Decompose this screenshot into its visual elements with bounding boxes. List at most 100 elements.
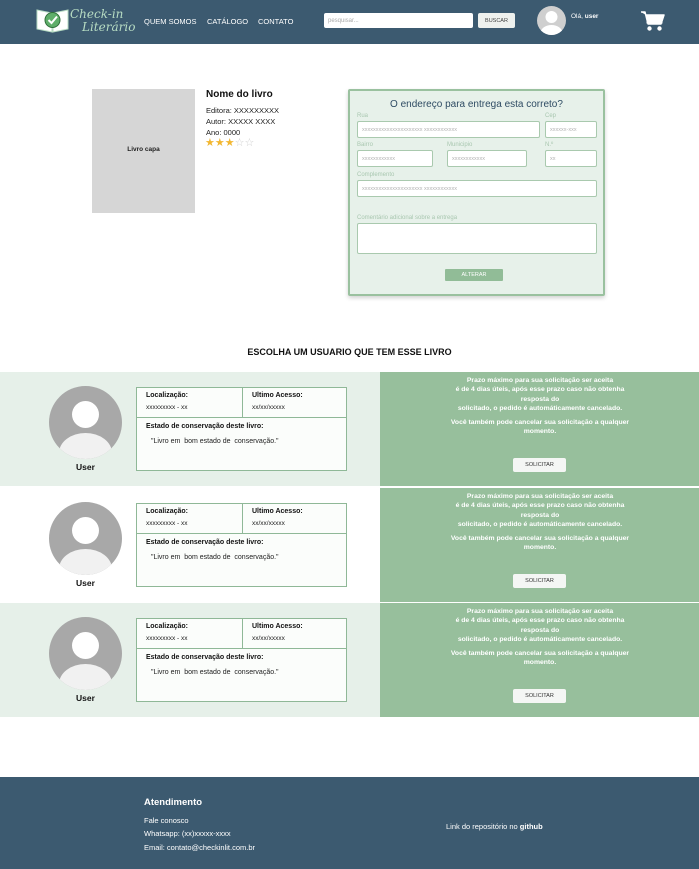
user-avatar-icon bbox=[49, 502, 122, 575]
bairro-field[interactable] bbox=[357, 150, 433, 167]
user-avatar-icon bbox=[540, 11, 563, 35]
notice-line: é de 4 dias úteis, após esse prazo caso … bbox=[455, 502, 625, 510]
nav-quem-somos[interactable]: QUEM SOMOS bbox=[144, 17, 197, 26]
book-year: Ano: 0000 bbox=[206, 128, 241, 137]
solicitar-button[interactable]: SOLICITAR bbox=[513, 458, 566, 472]
nav-catalogo[interactable]: CATÁLOGO bbox=[207, 17, 248, 26]
rua-label: Rua bbox=[357, 113, 369, 119]
location-value: xxxxxxxxx - xx bbox=[146, 520, 188, 527]
location-cell: Localização: xxxxxxxxx - xx bbox=[137, 619, 243, 649]
book-rating-stars: ★★★☆☆ bbox=[205, 138, 254, 149]
book-check-logo-icon bbox=[36, 9, 69, 33]
notice-line: Prazo máximo para sua solicitação ser ac… bbox=[466, 608, 614, 615]
user-row: User Localização: xxxxxxxxx - xx Ultimo … bbox=[0, 603, 699, 717]
repo-prefix: Link do repositório no bbox=[446, 822, 520, 831]
user-greeting: Olá, user bbox=[571, 13, 598, 20]
user-avatar[interactable] bbox=[537, 6, 566, 35]
numero-label: N.º bbox=[545, 142, 554, 148]
location-cell: Localização: xxxxxxxxx - xx bbox=[137, 504, 243, 534]
cep-label: Cep bbox=[545, 113, 557, 119]
book-cover-image: Livro capa bbox=[92, 89, 195, 213]
user-avatar-icon bbox=[49, 617, 122, 690]
bairro-label: Bairro bbox=[357, 142, 374, 148]
book-author: Autor: XXXXX XXXX bbox=[206, 117, 276, 126]
last-access-label: Ultimo Acesso: bbox=[252, 392, 303, 399]
notice-line: resposta do bbox=[520, 395, 560, 403]
notice-line: Você também pode cancelar sua solicitaçã… bbox=[450, 535, 630, 543]
footer-title: Atendimento bbox=[144, 797, 203, 808]
star-filled-icon: ★ bbox=[214, 137, 225, 149]
footer-email: Email: contato@checkinlit.com.br bbox=[144, 843, 255, 852]
condition-value: "Livro em bom estado de conservação." bbox=[151, 669, 279, 676]
request-panel: Prazo máximo para sua solicitação ser ac… bbox=[380, 488, 699, 602]
search-button[interactable]: BUSCAR bbox=[478, 13, 515, 28]
alterar-button[interactable]: ALTERAR bbox=[445, 269, 503, 281]
request-notice: Prazo máximo para sua solicitação ser ac… bbox=[420, 376, 660, 437]
notice-line: momento. bbox=[523, 659, 557, 667]
comentario-textarea[interactable] bbox=[357, 223, 597, 254]
location-label: Localização: bbox=[146, 623, 189, 630]
notice-line: Você também pode cancelar sua solicitaçã… bbox=[450, 650, 630, 658]
logo[interactable]: Check-in Literário bbox=[36, 5, 135, 35]
user-avatar-icon bbox=[49, 386, 122, 459]
user-name: User bbox=[76, 462, 95, 472]
location-value: xxxxxxxxx - xx bbox=[146, 635, 188, 642]
user-row-info: User Localização: xxxxxxxxx - xx Ultimo … bbox=[0, 488, 380, 602]
user-info-box: Localização: xxxxxxxxx - xx Ultimo Acess… bbox=[136, 503, 347, 587]
notice-line: solicitado, o pedido é automáticamente c… bbox=[457, 635, 623, 643]
star-empty-icon: ☆ bbox=[234, 137, 245, 149]
condition-label: Estado de conservação deste livro: bbox=[146, 654, 264, 661]
user-name: User bbox=[76, 693, 95, 703]
footer: Atendimento Fale conosco Whatsapp: (xx)x… bbox=[0, 777, 699, 869]
solicitar-button[interactable]: SOLICITAR bbox=[513, 689, 566, 703]
complemento-field[interactable] bbox=[357, 180, 597, 197]
star-filled-icon: ★ bbox=[205, 137, 215, 149]
cep-field[interactable] bbox=[545, 121, 597, 138]
notice-line: Prazo máximo para sua solicitação ser ac… bbox=[466, 493, 614, 500]
user-name: User bbox=[76, 578, 95, 588]
last-access-value: xx/xx/xxxxx bbox=[252, 520, 285, 527]
notice-line: solicitado, o pedido é automáticamente c… bbox=[457, 520, 623, 528]
shopping-cart-icon[interactable] bbox=[640, 10, 665, 32]
request-notice: Prazo máximo para sua solicitação ser ac… bbox=[420, 607, 660, 668]
last-access-label: Ultimo Acesso: bbox=[252, 623, 303, 630]
user-row: User Localização: xxxxxxxxx - xx Ultimo … bbox=[0, 488, 699, 602]
book-cover-label: Livro capa bbox=[127, 146, 160, 153]
notice-line: resposta do bbox=[520, 626, 560, 634]
last-access-cell: Ultimo Acesso: xx/xx/xxxxx bbox=[243, 388, 346, 418]
notice-line: Prazo máximo para sua solicitação ser ac… bbox=[466, 377, 614, 384]
municipio-field[interactable] bbox=[447, 150, 527, 167]
nav-contato[interactable]: CONTATO bbox=[258, 17, 293, 26]
user-row-info: User Localização: xxxxxxxxx - xx Ultimo … bbox=[0, 603, 380, 717]
rua-field[interactable] bbox=[357, 121, 540, 138]
user-row: User Localização: xxxxxxxxx - xx Ultimo … bbox=[0, 372, 699, 486]
solicitar-button[interactable]: SOLICITAR bbox=[513, 574, 566, 588]
request-panel: Prazo máximo para sua solicitação ser ac… bbox=[380, 372, 699, 486]
notice-line: é de 4 dias úteis, após esse prazo caso … bbox=[455, 617, 625, 625]
search-input[interactable] bbox=[324, 13, 473, 28]
location-label: Localização: bbox=[146, 508, 189, 515]
github-link[interactable]: github bbox=[520, 822, 543, 831]
last-access-value: xx/xx/xxxxx bbox=[252, 404, 285, 411]
condition-label: Estado de conservação deste livro: bbox=[146, 539, 264, 546]
user-row-info: User Localização: xxxxxxxxx - xx Ultimo … bbox=[0, 372, 380, 486]
condition-label: Estado de conservação deste livro: bbox=[146, 423, 264, 430]
book-publisher: Editora: XXXXXXXXX bbox=[206, 106, 279, 115]
section-title: ESCOLHA UM USUARIO QUE TEM ESSE LIVRO bbox=[247, 347, 452, 357]
condition-value: "Livro em bom estado de conservação." bbox=[151, 438, 279, 445]
notice-line: momento. bbox=[523, 428, 557, 436]
location-value: xxxxxxxxx - xx bbox=[146, 404, 188, 411]
star-empty-icon: ☆ bbox=[244, 137, 255, 149]
book-title: Nome do livro bbox=[206, 89, 273, 100]
location-cell: Localização: xxxxxxxxx - xx bbox=[137, 388, 243, 418]
last-access-cell: Ultimo Acesso: xx/xx/xxxxx bbox=[243, 619, 346, 649]
request-panel: Prazo máximo para sua solicitação ser ac… bbox=[380, 603, 699, 717]
footer-whatsapp: Whatsapp: (xx)xxxxx-xxxx bbox=[144, 829, 231, 838]
last-access-cell: Ultimo Acesso: xx/xx/xxxxx bbox=[243, 504, 346, 534]
top-header: Check-in Literário QUEM SOMOS CATÁLOGO C… bbox=[0, 0, 699, 44]
numero-field[interactable] bbox=[545, 150, 597, 167]
footer-repo: Link do repositório no github bbox=[446, 822, 543, 831]
footer-contact-link[interactable]: Fale conosco bbox=[144, 816, 189, 825]
request-notice: Prazo máximo para sua solicitação ser ac… bbox=[420, 492, 660, 553]
star-filled-icon: ★ bbox=[224, 137, 235, 149]
